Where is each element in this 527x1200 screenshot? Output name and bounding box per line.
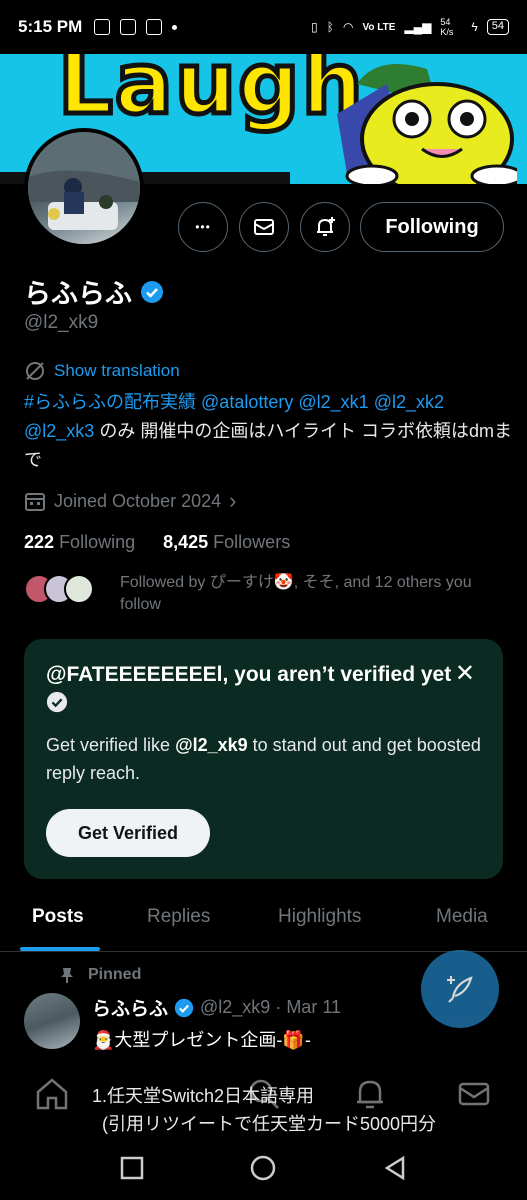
profile-bio: #らふらふの配布実績 @atalottery @l2_xk1 @l2_xk2 @… bbox=[24, 388, 514, 475]
wifi-icon: ◠ bbox=[342, 20, 354, 34]
verified-badge-icon[interactable] bbox=[140, 280, 164, 304]
tweet-text-line: (引用リツイートで任天堂カード5000円分 bbox=[102, 1114, 437, 1134]
notification-icons bbox=[94, 19, 178, 35]
vibrate-icon: ▯ bbox=[311, 20, 318, 34]
snapchat-icon-2 bbox=[146, 19, 163, 35]
follower-avatar bbox=[64, 574, 94, 604]
status-time: 5:15 PM bbox=[18, 17, 83, 36]
pinned-label-row: Pinned bbox=[60, 966, 141, 984]
tab-highlights[interactable]: Highlights bbox=[278, 906, 361, 928]
verify-card-title-text: @FATEEEEEEEEl, you aren’t verified yet bbox=[46, 663, 452, 686]
tweet-header: らふらふ @l2_xk9 · Mar 11 bbox=[92, 994, 341, 1021]
tab-posts[interactable]: Posts bbox=[32, 906, 84, 928]
close-icon[interactable]: ✕ bbox=[455, 659, 475, 688]
bell-plus-icon bbox=[317, 217, 335, 236]
show-translation-label: Show translation bbox=[54, 361, 180, 380]
followed-by-avatars bbox=[24, 574, 94, 604]
verify-body-prefix: Get verified like bbox=[46, 735, 176, 755]
joined-date[interactable]: Joined October 2024 › bbox=[24, 488, 236, 514]
tweet-meta: @l2_xk9 · Mar 11 bbox=[200, 997, 342, 1017]
system-icons: ▯ ᛒ ◠ Vo LTE ▂▄▆ 54 K/s ϟ 54 bbox=[311, 17, 509, 37]
tweet-avatar[interactable] bbox=[24, 993, 80, 1049]
bio-mention-l2-xk1[interactable]: @l2_xk1 bbox=[298, 392, 368, 412]
app-notification-icon bbox=[94, 19, 111, 35]
more-options-button[interactable]: ••• bbox=[178, 202, 228, 252]
notifications-subscribe-button[interactable] bbox=[300, 202, 350, 252]
compose-feather-icon bbox=[447, 976, 473, 1003]
snapchat-icon bbox=[120, 19, 137, 35]
verified-badge-icon bbox=[174, 998, 194, 1017]
system-navigation-bar bbox=[0, 1138, 527, 1200]
mail-icon bbox=[254, 219, 274, 235]
following-stat[interactable]: 222 Following bbox=[24, 532, 135, 553]
get-verified-button[interactable]: Get Verified bbox=[46, 809, 210, 857]
banner-character-image bbox=[337, 64, 517, 184]
bio-hashtag-link[interactable]: #らふらふの配布実績 bbox=[24, 392, 196, 412]
more-icon: ••• bbox=[195, 220, 211, 234]
home-button-icon[interactable] bbox=[249, 1154, 277, 1182]
notifications-icon[interactable] bbox=[352, 1076, 388, 1112]
pinned-label: Pinned bbox=[88, 966, 142, 983]
tweet-author-name[interactable]: らふらふ bbox=[92, 994, 168, 1021]
followers-count: 8,425 bbox=[163, 532, 209, 552]
profile-name-row: らふらふ bbox=[24, 272, 164, 311]
show-translation-link[interactable]: Show translation bbox=[24, 360, 180, 382]
get-verified-card: @FATEEEEEEEEl, you aren’t verified yet ✕… bbox=[24, 639, 503, 879]
bio-text: のみ 開催中の企画はハイライト コラボ依頼はdmまで bbox=[24, 421, 512, 470]
tweet-text-line: 1.任天堂Switch2日本語専用 bbox=[92, 1086, 315, 1106]
charging-icon: ϟ bbox=[471, 20, 478, 34]
tweet-text-line: 🎅大型プレゼント企画‐🎁‐ bbox=[92, 1030, 311, 1050]
followed-by-row[interactable]: Followed by ぴーすけ🤡, そそ, and 12 others you… bbox=[24, 572, 514, 616]
following-stat-label: Following bbox=[59, 532, 136, 552]
bio-mention-l2-xk3[interactable]: @l2_xk3 bbox=[24, 421, 94, 441]
messages-icon[interactable] bbox=[456, 1076, 492, 1112]
battery-icon: 54 bbox=[486, 19, 509, 35]
display-name: らふらふ bbox=[24, 279, 132, 309]
signal-icon: ▂▄▆ bbox=[404, 20, 432, 34]
recent-apps-icon[interactable] bbox=[118, 1154, 146, 1182]
profile-tabs: Posts Replies Highlights Media bbox=[0, 892, 527, 952]
active-tab-indicator bbox=[20, 947, 100, 951]
following-count: 222 bbox=[24, 532, 55, 552]
translate-icon bbox=[26, 362, 44, 380]
verify-body-handle: @l2_xk9 bbox=[175, 735, 248, 755]
joined-label: Joined October 2024 bbox=[54, 490, 222, 511]
back-icon[interactable] bbox=[381, 1154, 409, 1182]
home-icon[interactable] bbox=[34, 1076, 70, 1112]
more-notifications-dot bbox=[172, 24, 178, 30]
message-button[interactable] bbox=[239, 202, 289, 252]
verify-card-body: Get verified like @l2_xk9 to stand out a… bbox=[46, 731, 481, 787]
followers-stat[interactable]: 8,425 Followers bbox=[163, 532, 290, 553]
profile-handle: @l2_xk9 bbox=[24, 312, 99, 333]
network-label: Vo LTE bbox=[362, 21, 396, 33]
follow-stats: 222 Following 8,425 Followers bbox=[24, 532, 290, 553]
followers-stat-label: Followers bbox=[213, 532, 291, 552]
bio-mention-atalottery[interactable]: @atalottery bbox=[201, 392, 293, 412]
tab-media[interactable]: Media bbox=[436, 906, 488, 928]
verify-card-title: @FATEEEEEEEEl, you aren’t verified yet bbox=[46, 661, 466, 717]
followed-by-text: Followed by ぴーすけ🤡, そそ, and 12 others you… bbox=[120, 574, 472, 613]
pin-icon bbox=[61, 968, 73, 983]
compose-button[interactable] bbox=[421, 950, 499, 1028]
verified-badge-icon bbox=[46, 691, 68, 713]
tab-replies[interactable]: Replies bbox=[147, 906, 210, 928]
bluetooth-icon: ᛒ bbox=[326, 20, 334, 34]
calendar-icon bbox=[25, 493, 45, 511]
chevron-right-icon: › bbox=[229, 488, 237, 513]
bio-mention-l2-xk2[interactable]: @l2_xk2 bbox=[374, 392, 444, 412]
speed-label: 54 K/s bbox=[440, 17, 454, 37]
following-button[interactable]: Following bbox=[360, 202, 504, 252]
profile-action-row: ••• Following bbox=[0, 202, 527, 252]
status-bar: 5:15 PM ▯ ᛒ ◠ Vo LTE ▂▄▆ 54 K/s ϟ 54 bbox=[0, 0, 527, 54]
